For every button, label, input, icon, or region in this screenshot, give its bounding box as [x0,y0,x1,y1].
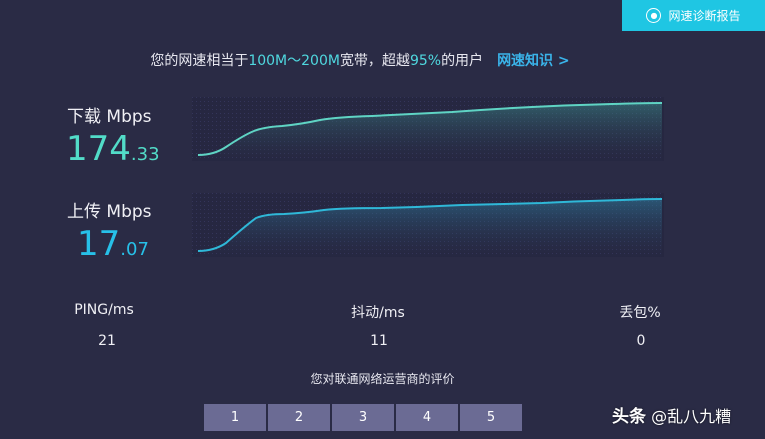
upload-value-int: 17 [77,224,121,264]
watermark-brand: 头条 [612,407,646,427]
packet-loss-label: 丢包% [619,305,661,321]
location-pin-icon: ● [646,8,662,23]
speed-knowledge-link[interactable]: 网速知识 > [497,53,570,69]
speed-report-button[interactable]: ● 网速诊断报告 [622,0,765,31]
rating-option-1[interactable]: 1 [203,403,267,432]
rating-option-3[interactable]: 3 [331,403,395,432]
rating-options: 1 2 3 4 5 [203,403,523,432]
upload-value: 17.07 [77,224,149,264]
summary-percent: 95% [409,53,442,69]
ping-value: 21 [98,333,116,349]
download-value: 174.33 [66,129,160,169]
upload-label: 上传 Mbps [67,202,152,222]
download-label: 下载 Mbps [67,107,152,127]
upload-value-dec: .07 [120,239,149,260]
summary-middle: 宽带，超越 [339,53,410,69]
rating-option-5[interactable]: 5 [459,403,523,432]
rating-title: 您对联通网络运营商的评价 [310,372,455,386]
packet-loss-value: 0 [636,333,646,349]
speed-summary: 您的网速相当于100M～200M宽带，超越95%的用户 网速知识 > [0,50,720,70]
download-speed-graph [192,97,664,161]
speed-report-label: 网速诊断报告 [668,9,741,23]
summary-bandwidth: 100M～200M [248,53,340,69]
ping-label: PING/ms [74,302,134,318]
summary-suffix: 的用户 [441,53,484,69]
download-value-dec: .33 [130,144,160,165]
download-value-int: 174 [66,129,131,169]
jitter-value: 11 [370,333,388,349]
watermark: 头条 @乱八九糟 [612,402,731,427]
watermark-handle: @乱八九糟 [651,407,732,426]
summary-prefix: 您的网速相当于 [150,53,249,69]
rating-option-4[interactable]: 4 [395,403,459,432]
rating-option-2[interactable]: 2 [267,403,331,432]
jitter-label: 抖动/ms [351,305,405,321]
upload-speed-graph [192,193,664,257]
